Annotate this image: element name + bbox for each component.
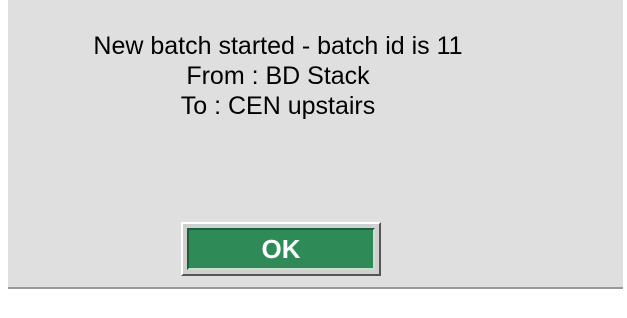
ok-button-face[interactable]: OK	[187, 228, 375, 270]
ok-button-label: OK	[261, 233, 301, 264]
message-dialog: New batch started - batch id is 11 From …	[8, 0, 623, 289]
to-location-line: To : CEN upstairs	[180, 92, 376, 120]
batch-started-line: New batch started - batch id is 11	[93, 32, 463, 60]
from-location-line: From : BD Stack	[186, 62, 370, 90]
dialog-message: New batch started - batch id is 11 From …	[8, 31, 548, 121]
ok-button[interactable]: OK	[181, 222, 381, 276]
